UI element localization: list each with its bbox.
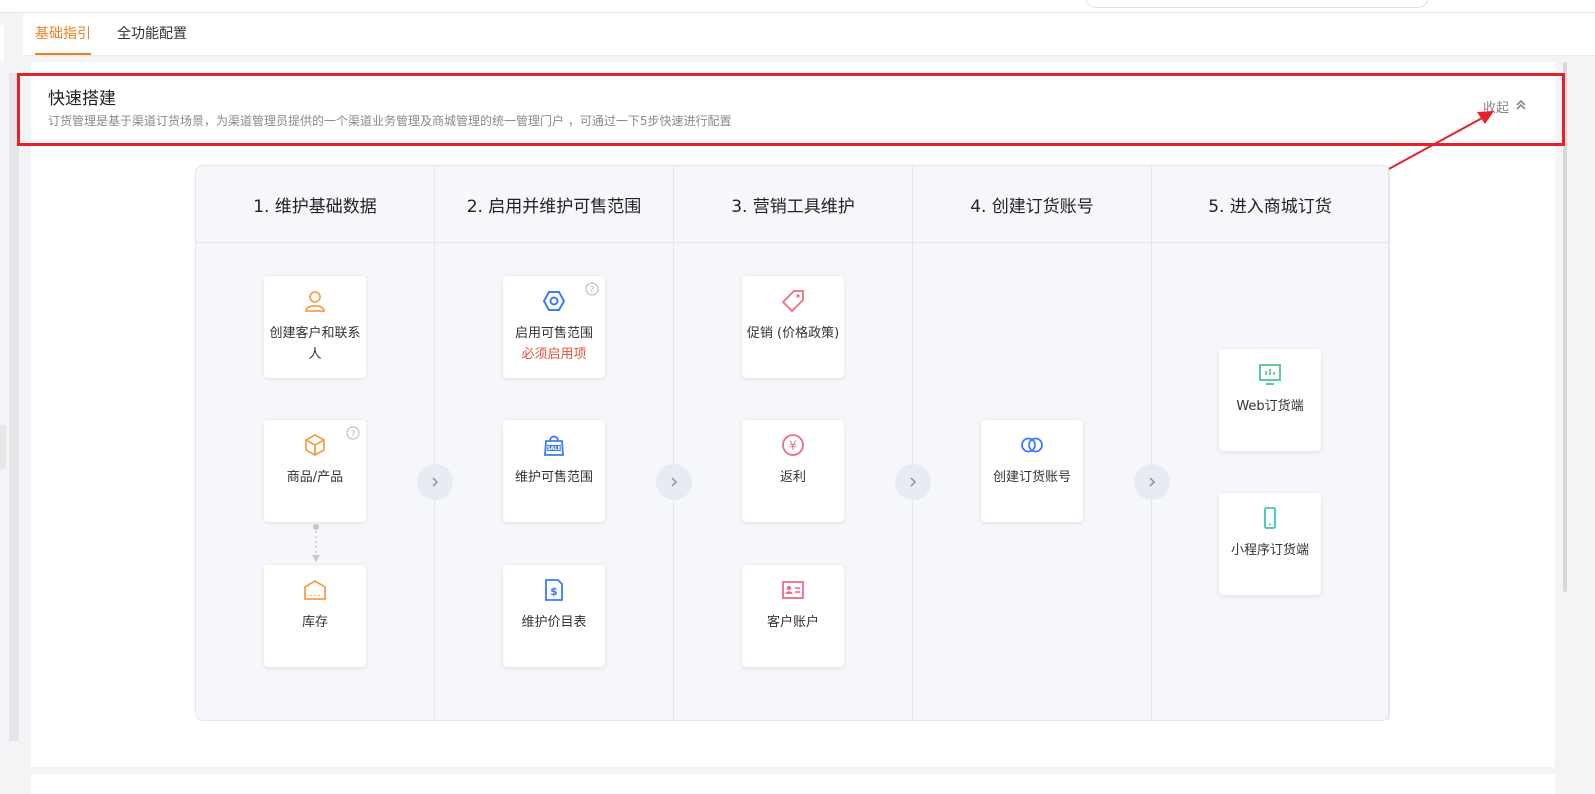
search-input[interactable] [1085, 0, 1429, 8]
warehouse-icon [304, 579, 326, 600]
tag-icon [781, 290, 804, 313]
chevron-right-icon [1149, 477, 1156, 487]
card-miniprogram-order-portal[interactable]: 小程序订货端 [1219, 493, 1321, 595]
left-nav-collapse-handle[interactable] [0, 425, 6, 469]
required-note: 必须启用项 [521, 347, 587, 362]
left-nav-handle[interactable] [0, 25, 4, 61]
top-bar [0, 0, 1595, 13]
card-label: 库存 [301, 615, 328, 630]
card-label: 维护价目表 [521, 615, 587, 630]
card-rebate[interactable]: ¥ 返利 [742, 420, 844, 522]
step-title: 4. 创建订货账号 [913, 166, 1151, 243]
help-icon[interactable]: ? [346, 426, 360, 440]
card-label: 小程序订货端 [1230, 543, 1309, 558]
card-create-order-account[interactable]: 创建订货账号 [981, 420, 1083, 522]
chevron-right-icon [432, 477, 439, 487]
card-label: 客户账户 [766, 615, 819, 630]
step-title: 2. 启用并维护可售范围 [435, 166, 673, 243]
step-title: 3. 营销工具维护 [674, 166, 912, 243]
id-card-icon [782, 581, 804, 599]
phone-icon [1264, 507, 1276, 529]
card-label: 创建客户和联系人 [269, 326, 361, 362]
price-list-icon: $ [545, 579, 563, 601]
step-title: 1. 维护基础数据 [196, 166, 434, 243]
card-products[interactable]: ? 商品/产品 [264, 420, 366, 522]
card-label: 促销 (价格政策) [746, 326, 840, 341]
steps-board: 1. 维护基础数据 创建客户和联系人 ? 商品/产品 库存 2. 启用并维护可售… [195, 165, 1390, 721]
yen-icon: ¥ [782, 434, 804, 456]
rings-icon [1021, 437, 1043, 453]
step-column-3: 3. 营销工具维护 促销 (价格政策) ¥ 返利 客户账户 [674, 166, 913, 720]
monitor-icon [1259, 364, 1281, 385]
card-maintain-price-list[interactable]: $ 维护价目表 [503, 565, 605, 667]
card-customer-account[interactable]: 客户账户 [742, 565, 844, 667]
next-step-button[interactable] [895, 464, 931, 500]
tab-full-config[interactable]: 全功能配置 [117, 24, 187, 44]
card-enable-sellable-range[interactable]: ? 启用可售范围 必须启用项 [503, 276, 605, 378]
hexagon-icon [542, 291, 566, 311]
step-column-1: 1. 维护基础数据 创建客户和联系人 ? 商品/产品 库存 [196, 166, 435, 720]
card-label: 商品/产品 [286, 470, 344, 485]
next-section-card [31, 774, 1555, 794]
card-create-customer[interactable]: 创建客户和联系人 [264, 276, 366, 378]
card-maintain-sellable-range[interactable]: SALE 维护可售范围 [503, 420, 605, 522]
svg-text:?: ? [351, 430, 356, 440]
tab-bar: 基础指引 全功能配置 [23, 13, 1595, 56]
sale-bag-icon: SALE [544, 435, 564, 456]
svg-text:¥: ¥ [789, 439, 797, 453]
box-icon [305, 433, 325, 457]
tab-basic-guide[interactable]: 基础指引 [35, 24, 91, 55]
card-promotion[interactable]: 促销 (价格政策) [742, 276, 844, 378]
next-step-button[interactable] [656, 464, 692, 500]
step-column-2: 2. 启用并维护可售范围 ? 启用可售范围 必须启用项 SALE 维护可售范围 … [435, 166, 674, 720]
step-column-5: 5. 进入商城订货 Web订货端 小程序订货端 [1152, 166, 1389, 720]
card-label: 维护可售范围 [514, 470, 593, 485]
card-label: 创建订货账号 [992, 470, 1071, 485]
svg-text:$: $ [550, 585, 558, 598]
card-label: 启用可售范围 [514, 326, 593, 341]
chevron-right-icon [910, 477, 917, 487]
card-inventory[interactable]: 库存 [264, 565, 366, 667]
highlight-box [17, 73, 1565, 146]
step-title: 5. 进入商城订货 [1152, 166, 1388, 243]
flow-connector [312, 524, 320, 562]
next-step-button[interactable] [417, 464, 453, 500]
card-label: 返利 [779, 470, 806, 485]
user-icon [305, 291, 325, 312]
svg-text:SALE: SALE [547, 446, 562, 452]
help-icon[interactable]: ? [585, 282, 599, 296]
next-step-button[interactable] [1134, 464, 1170, 500]
svg-text:?: ? [590, 286, 595, 296]
sidebar-strip [9, 73, 19, 741]
card-label-group: 启用可售范围 必须启用项 [507, 323, 601, 365]
step-column-4: 4. 创建订货账号 创建订货账号 [913, 166, 1152, 720]
card-label: Web订货端 [1236, 399, 1304, 414]
chevron-right-icon [671, 477, 678, 487]
card-web-order-portal[interactable]: Web订货端 [1219, 349, 1321, 451]
